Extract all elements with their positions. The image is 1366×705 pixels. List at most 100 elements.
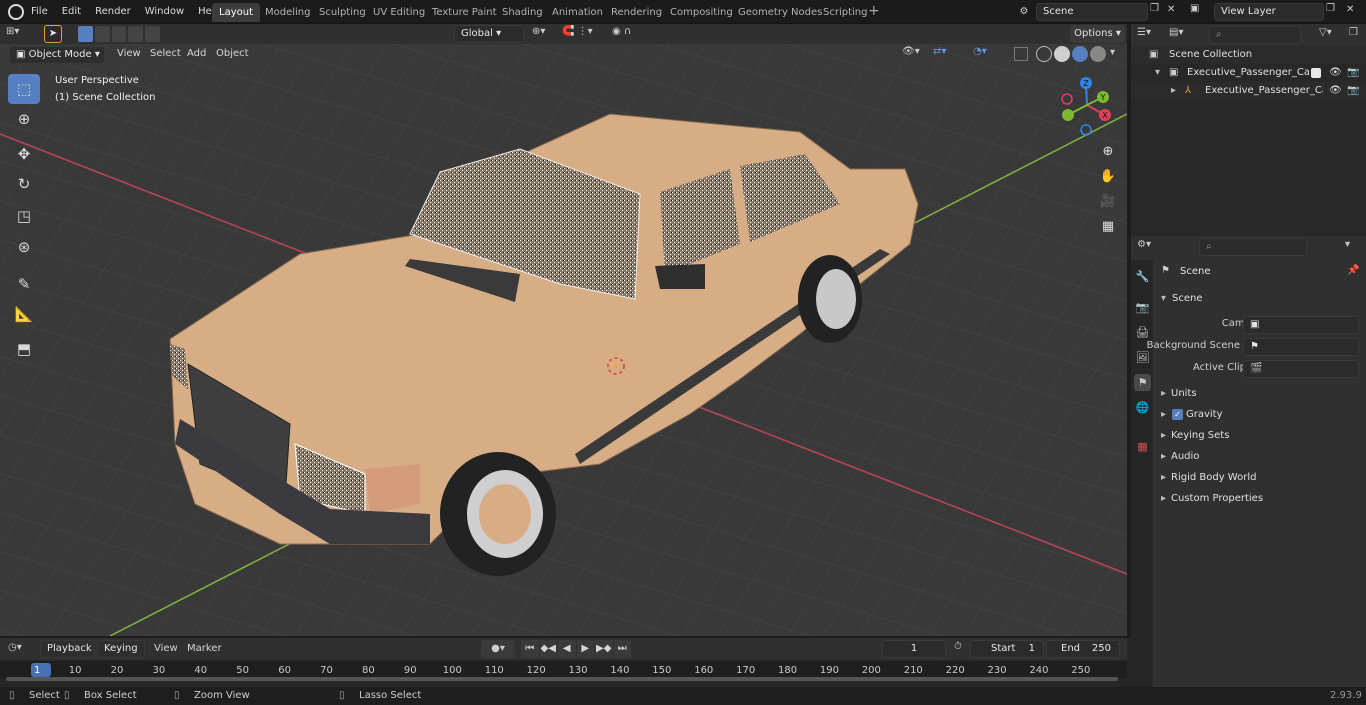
expand-arrow-icon[interactable]: ▾ (1155, 64, 1160, 82)
view-layer-close-icon[interactable]: ✕ (1346, 4, 1360, 20)
panel-custom-properties[interactable]: ▸ Custom Properties (1155, 489, 1366, 509)
properties-editor-icon[interactable]: ⚙▾ (1137, 239, 1151, 250)
eye-icon[interactable]: 👁 (1329, 82, 1342, 100)
scene-close-icon[interactable]: ✕ (1167, 4, 1181, 20)
scene-copy-icon[interactable]: ❐ (1150, 3, 1164, 21)
select-box-tool[interactable]: ⬚ (8, 74, 40, 104)
texture-tab-icon[interactable]: ▦ (1134, 438, 1151, 455)
next-keyframe-icon[interactable]: ▶◆ (595, 640, 613, 658)
current-frame-field[interactable]: 1 (882, 640, 946, 658)
view-layer-icon[interactable]: ▣ (1190, 3, 1212, 21)
pivot-point-icon[interactable]: ⊕▾ (532, 26, 560, 42)
3d-viewport[interactable]: ▣ Object Mode ▾ View Select Add Object 👁… (0, 44, 1127, 636)
new-collection-icon[interactable]: ❐ (1349, 27, 1358, 38)
stopwatch-icon[interactable]: ⏱ (954, 641, 962, 652)
scene-name-field[interactable]: Scene (1036, 3, 1148, 21)
mode-new-icon[interactable] (78, 26, 93, 42)
menu-edit[interactable]: Edit (55, 0, 88, 24)
tab-compositing[interactable]: Compositing (663, 3, 740, 22)
blender-logo-icon[interactable] (8, 4, 24, 20)
visibility-icon[interactable]: 👁▾ (902, 46, 928, 62)
render-tab-icon[interactable]: 📷 (1134, 299, 1151, 316)
outliner-row-car-object[interactable]: ▸ ⅄ Executive_Passenger_Ca 👁 📷 (1131, 82, 1366, 100)
grid-view-icon[interactable]: ▦ (1096, 216, 1120, 238)
scale-tool[interactable]: ◳ (8, 201, 40, 231)
play-icon[interactable]: ▶ (576, 640, 594, 658)
overlay-toggle-icon[interactable]: ◔▾ (973, 46, 1007, 62)
menu-window[interactable]: Window (138, 0, 191, 24)
tab-scripting[interactable]: Scripting (816, 3, 874, 22)
cursor-tool[interactable]: ⊕ (8, 104, 40, 134)
panel-gravity[interactable]: ▸ ✓ Gravity (1155, 405, 1366, 425)
timeline-scrollbar[interactable] (6, 677, 1118, 681)
view-layer-field[interactable]: View Layer (1214, 3, 1324, 21)
outliner-search[interactable]: ⌕ (1209, 26, 1301, 44)
xray-icon[interactable] (1014, 47, 1028, 61)
pin-icon[interactable]: 📌 (1347, 265, 1359, 276)
menu-file[interactable]: File (24, 0, 55, 24)
add-workspace-icon[interactable]: + (868, 3, 880, 19)
mode-invert-icon[interactable] (128, 26, 144, 42)
zoom-icon[interactable]: ⊕ (1096, 141, 1120, 163)
mode-intersect-icon[interactable] (145, 26, 160, 42)
gravity-checkbox[interactable]: ✓ (1172, 409, 1183, 420)
timeline-editor-icon[interactable]: ◷▾ (8, 642, 22, 653)
shading-options-icon[interactable]: ▾ (1110, 47, 1115, 58)
menu-add[interactable]: Add (187, 48, 206, 59)
background-scene-field[interactable]: ⚑ (1243, 338, 1359, 356)
start-frame-field[interactable]: Start 1 (970, 640, 1044, 658)
move-tool[interactable]: ✥ (8, 139, 40, 169)
jump-start-icon[interactable]: ⏮ (521, 640, 539, 658)
rendered-shading-icon[interactable] (1090, 46, 1106, 62)
scene-tab-icon[interactable]: ⚑ (1134, 374, 1151, 391)
view-layer-tab-icon[interactable]: 🖼 (1134, 349, 1151, 366)
tab-layout[interactable]: Layout (212, 3, 260, 22)
transform-tool[interactable]: ⊛ (8, 232, 40, 262)
tab-animation[interactable]: Animation (545, 3, 610, 22)
keying-menu[interactable]: Keying ▾ (97, 640, 145, 670)
menu-view[interactable]: View (117, 48, 141, 59)
expand-arrow-icon[interactable]: ▸ (1171, 82, 1176, 100)
camera-view-icon[interactable]: 🎥 (1096, 191, 1120, 213)
camera-field[interactable]: ▣ (1243, 316, 1359, 334)
panel-units[interactable]: ▸ Units (1155, 384, 1366, 404)
exclude-checkbox[interactable] (1311, 68, 1321, 78)
scene-selector-icon[interactable]: ⚙ (1013, 3, 1035, 21)
outliner-row-scene-collection[interactable]: ▣ Scene Collection (1131, 46, 1366, 64)
rotate-tool[interactable]: ↻ (8, 169, 40, 199)
prev-keyframe-icon[interactable]: ◆◀ (539, 640, 557, 658)
tab-shading[interactable]: Shading (495, 3, 550, 22)
object-mode-select[interactable]: ▣ Object Mode ▾ (9, 46, 105, 64)
annotate-tool[interactable]: ✎ (8, 269, 40, 299)
add-cube-tool[interactable]: ⬒ (8, 334, 40, 364)
tab-rendering[interactable]: Rendering (604, 3, 669, 22)
material-shading-icon[interactable] (1072, 46, 1088, 62)
editor-type-icon[interactable]: ⊞▾ (6, 26, 34, 42)
tab-uv-editing[interactable]: UV Editing (366, 3, 432, 22)
end-frame-field[interactable]: End 250 (1046, 640, 1120, 658)
navigation-gizmo[interactable]: Z X Y (1056, 74, 1118, 136)
panel-keying-sets[interactable]: ▸ Keying Sets (1155, 426, 1366, 446)
display-mode-icon[interactable]: ▤▾ (1169, 27, 1183, 38)
gizmo-toggle-icon[interactable]: ⇄▾ (933, 46, 967, 62)
marker-menu[interactable]: Marker (187, 643, 222, 654)
timeline-view-menu[interactable]: View (154, 643, 178, 654)
tab-geometry-nodes[interactable]: Geometry Nodes (731, 3, 829, 22)
panel-rigid-body-world[interactable]: ▸ Rigid Body World (1155, 468, 1366, 488)
tab-modeling[interactable]: Modeling (258, 3, 318, 22)
proportional-editing-icon[interactable]: ◉ ∩ (612, 26, 656, 42)
mode-extend-icon[interactable] (94, 26, 110, 42)
mode-subtract-icon[interactable] (111, 26, 127, 42)
auto-keying-icon[interactable]: ●▾ (481, 640, 515, 658)
panel-scene[interactable]: ▾ Scene (1155, 289, 1366, 309)
transform-orientation-select[interactable]: Global ▾ (454, 25, 524, 43)
tab-texture-paint[interactable]: Texture Paint (425, 3, 504, 22)
pan-hand-icon[interactable]: ✋ (1096, 166, 1120, 188)
playback-menu[interactable]: Playback ▾ (40, 640, 95, 670)
panel-audio[interactable]: ▸ Audio (1155, 447, 1366, 467)
select-tool-icon[interactable]: ➤ (44, 25, 62, 43)
jump-end-icon[interactable]: ⏭ (613, 640, 631, 658)
tab-sculpting[interactable]: Sculpting (312, 3, 373, 22)
active-clip-field[interactable]: 🎬 (1243, 360, 1359, 378)
filter-icon[interactable]: ▽▾ (1319, 27, 1332, 38)
